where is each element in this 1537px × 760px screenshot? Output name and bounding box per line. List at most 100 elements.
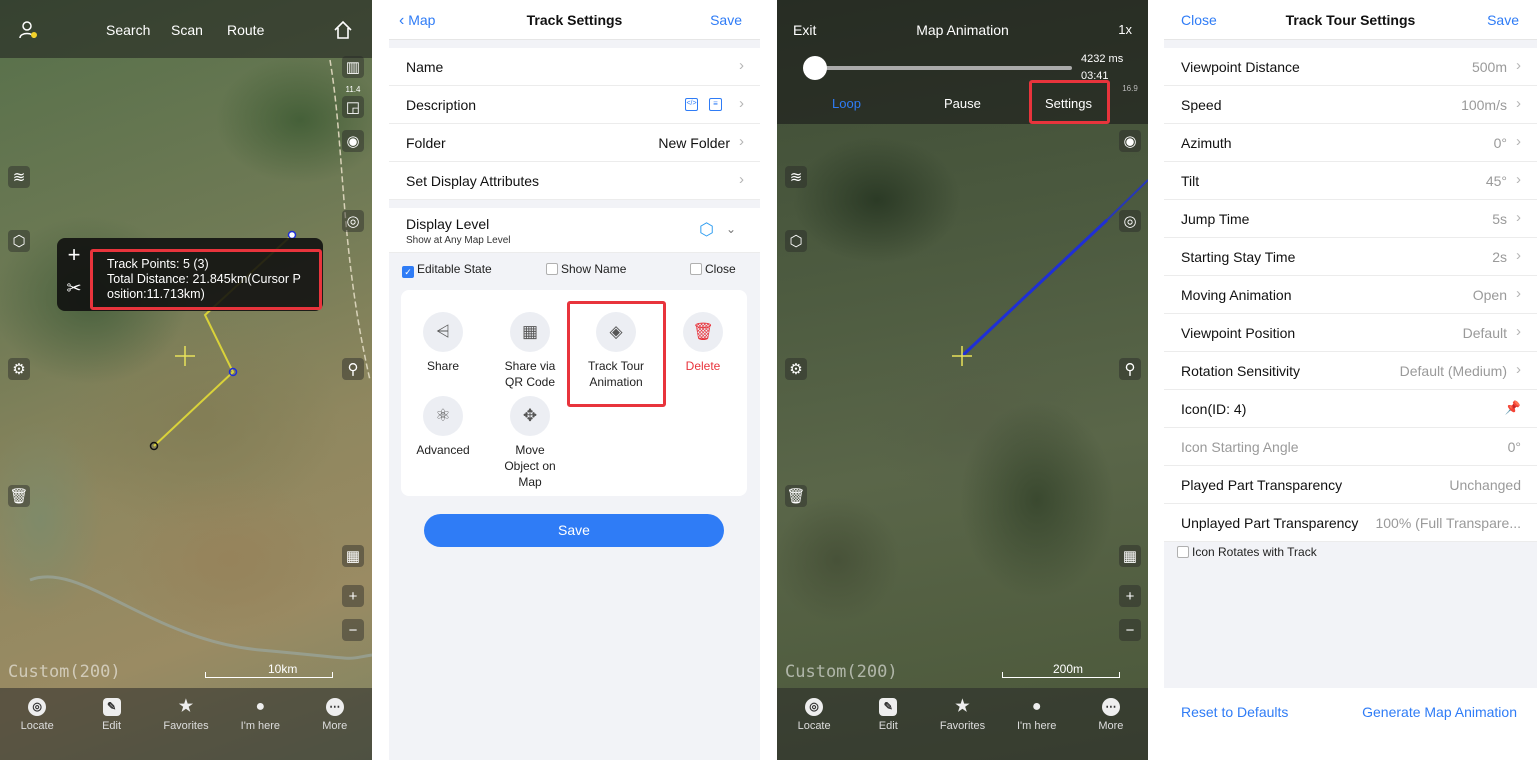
azimuth-row[interactable]: Azimuth 0° › <box>1164 124 1537 162</box>
zoom-out-icon[interactable]: − <box>342 619 364 641</box>
tools-icon[interactable]: ⚙ <box>8 358 30 380</box>
chevron-right-icon: › <box>1516 285 1521 302</box>
signal-icon[interactable]: ≋ <box>8 166 30 188</box>
scissors-icon[interactable]: ✂ <box>63 278 85 299</box>
viewpoint-position-row[interactable]: Viewpoint Position Default › <box>1164 314 1537 352</box>
tour-settings-panel: Close Track Tour Settings Save Viewpoint… <box>1164 0 1537 760</box>
description-row[interactable]: Description </> ≡ › <box>389 86 760 124</box>
nav-more[interactable]: ⋯ More <box>1081 698 1141 760</box>
add-point-icon[interactable]: + <box>63 244 85 266</box>
user-location-icon[interactable] <box>18 20 38 40</box>
editable-state-checkbox[interactable]: ✓ Editable State <box>402 262 492 278</box>
nav-locate[interactable]: ◎ Locate <box>7 698 67 760</box>
pin-icon[interactable]: ⚲ <box>1119 358 1141 380</box>
icon-starting-angle-row[interactable]: Icon Starting Angle 0° <box>1164 428 1537 466</box>
location-pin-icon: ● <box>255 698 266 715</box>
played-transparency-row[interactable]: Played Part Transparency Unchanged <box>1164 466 1537 504</box>
track-line <box>960 218 1109 358</box>
pin-icon[interactable]: ⚲ <box>342 358 364 380</box>
nav-favorites[interactable]: ★ Favorites <box>932 698 992 760</box>
share-button[interactable]: ⩤ Share <box>403 312 483 374</box>
zoom-in-icon[interactable]: + <box>342 585 364 607</box>
star-icon: ★ <box>178 698 194 715</box>
zoom-out-icon[interactable]: − <box>1119 619 1141 641</box>
moving-animation-row[interactable]: Moving Animation Open › <box>1164 276 1537 314</box>
speed-button[interactable]: 1x <box>1118 22 1132 37</box>
3d-cube-icon[interactable]: ⬡ <box>8 230 30 252</box>
save-header-button[interactable]: Save <box>710 12 742 28</box>
name-row[interactable]: Name › <box>389 48 760 86</box>
reset-defaults-button[interactable]: Reset to Defaults <box>1181 704 1288 720</box>
save-button[interactable]: Save <box>424 514 724 547</box>
route-tab[interactable]: Route <box>227 22 264 38</box>
tilt-label: Tilt <box>1181 173 1200 189</box>
loop-button[interactable]: Loop <box>832 96 861 111</box>
share-qr-button[interactable]: ▦ Share via QR Code <box>490 312 570 390</box>
rotation-sensitivity-label: Rotation Sensitivity <box>1181 363 1301 379</box>
unplayed-transparency-row[interactable]: Unplayed Part Transparency 100% (Full Tra… <box>1164 504 1537 542</box>
screen-capture-icon[interactable]: ◎ <box>1119 210 1141 232</box>
chevron-right-icon: › <box>739 57 744 74</box>
folder-row[interactable]: Folder New Folder › <box>389 124 760 162</box>
nav-im-here[interactable]: ● I'm here <box>230 698 290 760</box>
location-pin-icon: ● <box>1031 698 1042 715</box>
grid-tool-icon[interactable]: ▦ <box>342 545 364 567</box>
icon-row[interactable]: Icon(ID: 4) 📌 <box>1164 390 1537 428</box>
save-header-button[interactable]: Save <box>1487 12 1519 28</box>
speed-row[interactable]: Speed 100m/s › <box>1164 86 1537 124</box>
display-level-row[interactable]: Display Level Show at Any Map Level ⬡ ⌄ <box>389 208 760 253</box>
chevron-right-icon: › <box>739 133 744 150</box>
generate-animation-button[interactable]: Generate Map Animation <box>1362 704 1517 720</box>
highlight-box <box>567 301 666 407</box>
jump-time-row[interactable]: Jump Time 5s › <box>1164 200 1537 238</box>
display-attributes-row[interactable]: Set Display Attributes › <box>389 162 760 200</box>
nav-locate[interactable]: ◎ Locate <box>784 698 844 760</box>
nav-more[interactable]: ⋯ More <box>305 698 365 760</box>
compass-icon[interactable]: ◲ <box>342 96 364 118</box>
starting-stay-time-row[interactable]: Starting Stay Time 2s › <box>1164 238 1537 276</box>
tools-icon[interactable]: ⚙ <box>785 358 807 380</box>
tilt-value: 45° <box>1485 173 1507 189</box>
show-name-checkbox[interactable]: Show Name <box>546 262 626 276</box>
rotation-sensitivity-row[interactable]: Rotation Sensitivity Default (Medium) › <box>1164 352 1537 390</box>
advanced-button[interactable]: ⚛ Advanced <box>403 396 483 458</box>
move-object-button[interactable]: ✥ Move Object on Map <box>490 396 570 490</box>
nav-edit[interactable]: ✎ Edit <box>858 698 918 760</box>
nav-im-here[interactable]: ● I'm here <box>1007 698 1067 760</box>
camera-icon[interactable]: ◉ <box>1119 130 1141 152</box>
unplayed-transparency-label: Unplayed Part Transparency <box>1181 515 1359 531</box>
home-icon[interactable] <box>333 20 353 45</box>
close-checkbox[interactable]: Close <box>690 262 736 276</box>
pause-button[interactable]: Pause <box>944 96 981 111</box>
chevron-right-icon: › <box>1516 95 1521 112</box>
trash-icon: 🗑 <box>683 312 723 352</box>
viewpoint-position-label: Viewpoint Position <box>1181 325 1296 341</box>
search-tab[interactable]: Search <box>106 22 150 38</box>
viewpoint-distance-value: 500m <box>1471 59 1507 75</box>
3d-cube-icon[interactable]: ⬡ <box>785 230 807 252</box>
progress-slider[interactable] <box>802 56 1072 80</box>
trash-icon[interactable]: 🗑 <box>8 485 30 507</box>
icon-rotates-checkbox[interactable]: Icon Rotates with Track <box>1177 545 1317 559</box>
trash-icon[interactable]: 🗑 <box>785 485 807 507</box>
scan-tab[interactable]: Scan <box>171 22 203 38</box>
screen-capture-icon[interactable]: ◎ <box>342 210 364 232</box>
slider-knob[interactable] <box>802 56 827 80</box>
viewpoint-distance-label: Viewpoint Distance <box>1181 59 1300 75</box>
speed-label: Speed <box>1181 97 1222 113</box>
tilt-row[interactable]: Tilt 45° › <box>1164 162 1537 200</box>
azimuth-label: Azimuth <box>1181 135 1232 151</box>
camera-icon[interactable]: ◉ <box>342 130 364 152</box>
nav-favorites[interactable]: ★ Favorites <box>156 698 216 760</box>
zoom-in-icon[interactable]: + <box>1119 585 1141 607</box>
delete-button[interactable]: 🗑 Delete <box>663 312 743 374</box>
map-layers-icon[interactable]: ▥ <box>342 56 364 78</box>
signal-icon[interactable]: ≋ <box>785 166 807 188</box>
text-list-icon[interactable]: ≡ <box>709 98 722 111</box>
bottom-nav: ◎ Locate ✎ Edit ★ Favorites ● I'm here ⋯ More <box>0 688 372 760</box>
code-icon[interactable]: </> <box>685 98 698 111</box>
grid-tool-icon[interactable]: ▦ <box>1119 545 1141 567</box>
viewpoint-distance-row[interactable]: Viewpoint Distance 500m › <box>1164 48 1537 86</box>
icon-label: Icon(ID: 4) <box>1181 401 1247 417</box>
nav-edit[interactable]: ✎ Edit <box>82 698 142 760</box>
